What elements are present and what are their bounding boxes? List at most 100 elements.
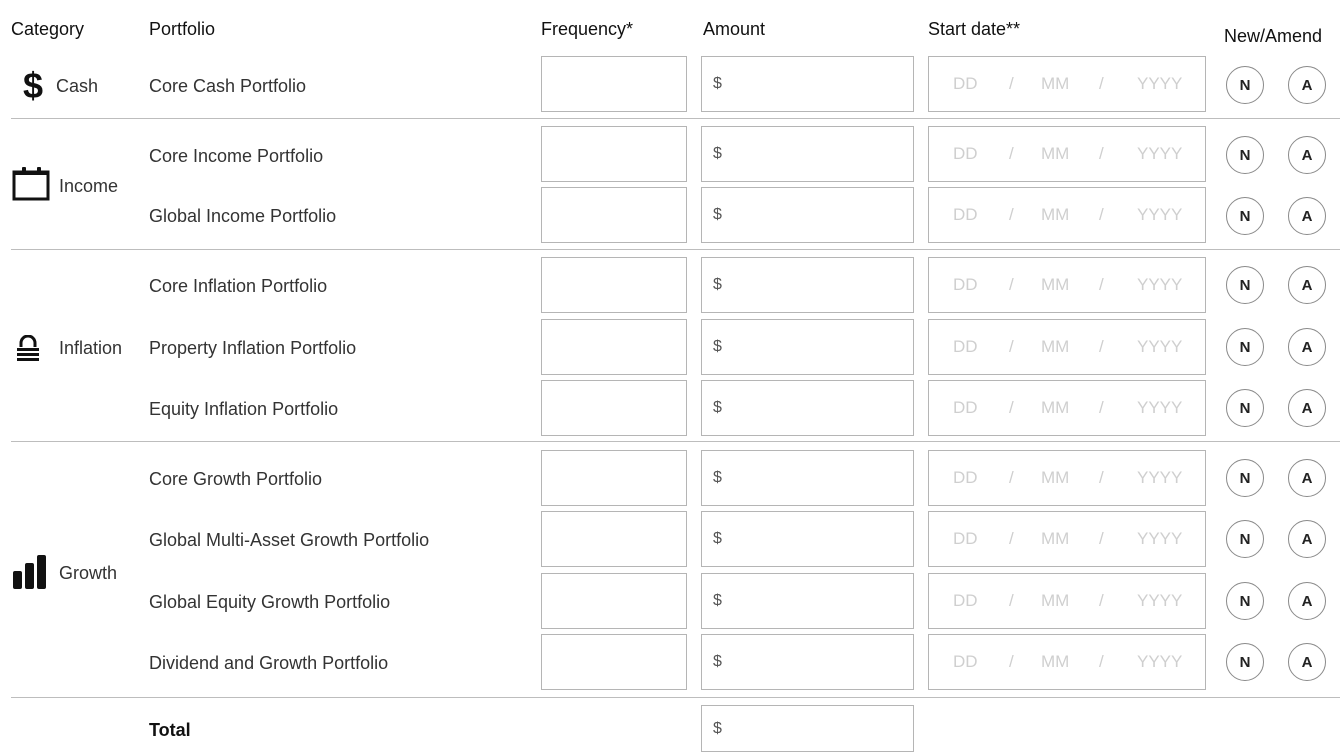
- amend-button[interactable]: A: [1288, 520, 1326, 558]
- header-amount: Amount: [703, 19, 766, 39]
- portfolio-name: Property Inflation Portfolio: [149, 338, 357, 358]
- amount-input[interactable]: $: [701, 187, 914, 243]
- amount-input[interactable]: $: [701, 56, 914, 112]
- date-separator: /: [1009, 74, 1014, 93]
- start-date-input[interactable]: DD / MM / YYYY: [928, 380, 1206, 436]
- day-placeholder: DD: [953, 652, 978, 671]
- start-date-input[interactable]: DD / MM / YYYY: [928, 56, 1206, 112]
- new-button[interactable]: N: [1226, 66, 1264, 104]
- category-divider: [11, 441, 1340, 442]
- date-separator: /: [1009, 468, 1014, 487]
- date-separator: /: [1099, 468, 1104, 487]
- date-separator: /: [1099, 74, 1104, 93]
- year-placeholder: YYYY: [1137, 205, 1183, 224]
- start-date-input[interactable]: DD / MM / YYYY: [928, 450, 1206, 506]
- month-placeholder: MM: [1041, 398, 1070, 417]
- currency-symbol: $: [713, 338, 722, 355]
- amount-input[interactable]: $: [701, 257, 914, 313]
- frequency-input[interactable]: [541, 319, 687, 375]
- new-button[interactable]: N: [1226, 643, 1264, 681]
- portfolio-name: Core Cash Portfolio: [149, 76, 307, 96]
- category-divider: [11, 118, 1340, 119]
- currency-symbol: $: [713, 530, 722, 547]
- currency-symbol: $: [713, 276, 722, 293]
- day-placeholder: DD: [953, 144, 978, 163]
- amend-button[interactable]: A: [1288, 328, 1326, 366]
- start-date-input[interactable]: DD / MM / YYYY: [928, 187, 1206, 243]
- currency-symbol: $: [713, 719, 722, 737]
- frequency-input[interactable]: [541, 56, 687, 112]
- new-button[interactable]: N: [1226, 266, 1264, 304]
- start-date-input[interactable]: DD / MM / YYYY: [928, 511, 1206, 567]
- frequency-input[interactable]: [541, 380, 687, 436]
- currency-symbol: $: [713, 653, 722, 670]
- amend-button[interactable]: A: [1288, 66, 1326, 104]
- month-placeholder: MM: [1041, 74, 1070, 93]
- portfolio-name: Global Income Portfolio: [149, 206, 337, 226]
- day-placeholder: DD: [953, 529, 978, 548]
- svg-text:$: $: [23, 67, 43, 103]
- date-separator: /: [1099, 398, 1104, 417]
- amount-input[interactable]: $: [701, 380, 914, 436]
- frequency-input[interactable]: [541, 450, 687, 506]
- new-button[interactable]: N: [1226, 328, 1264, 366]
- frequency-input[interactable]: [541, 187, 687, 243]
- amount-input[interactable]: $: [701, 126, 914, 182]
- amount-input[interactable]: $: [701, 511, 914, 567]
- new-button[interactable]: N: [1226, 459, 1264, 497]
- year-placeholder: YYYY: [1137, 74, 1183, 93]
- date-separator: /: [1009, 529, 1014, 548]
- day-placeholder: DD: [953, 205, 978, 224]
- lock-icon: [17, 334, 39, 366]
- portfolio-name: Core Inflation Portfolio: [149, 276, 328, 296]
- amount-input[interactable]: $: [701, 319, 914, 375]
- new-button[interactable]: N: [1226, 197, 1264, 235]
- amend-button[interactable]: A: [1288, 136, 1326, 174]
- frequency-input[interactable]: [541, 126, 687, 182]
- frequency-input[interactable]: [541, 511, 687, 567]
- date-separator: /: [1009, 337, 1014, 356]
- start-date-input[interactable]: DD / MM / YYYY: [928, 257, 1206, 313]
- amend-button[interactable]: A: [1288, 459, 1326, 497]
- frequency-input[interactable]: [541, 573, 687, 629]
- frequency-input[interactable]: [541, 634, 687, 690]
- new-button[interactable]: N: [1226, 582, 1264, 620]
- start-date-input[interactable]: DD / MM / YYYY: [928, 126, 1206, 182]
- date-separator: /: [1099, 652, 1104, 671]
- amount-input[interactable]: $: [701, 634, 914, 690]
- date-separator: /: [1099, 144, 1104, 163]
- year-placeholder: YYYY: [1137, 652, 1183, 671]
- day-placeholder: DD: [953, 275, 978, 294]
- total-amount-input[interactable]: $: [701, 705, 914, 752]
- date-separator: /: [1099, 591, 1104, 610]
- portfolio-name: Global Equity Growth Portfolio: [149, 592, 391, 612]
- start-date-input[interactable]: DD / MM / YYYY: [928, 319, 1206, 375]
- date-separator: /: [1009, 591, 1014, 610]
- portfolio-name: Core Growth Portfolio: [149, 469, 323, 489]
- start-date-input[interactable]: DD / MM / YYYY: [928, 634, 1206, 690]
- day-placeholder: DD: [953, 591, 978, 610]
- frequency-input[interactable]: [541, 257, 687, 313]
- amend-button[interactable]: A: [1288, 266, 1326, 304]
- start-date-input[interactable]: DD / MM / YYYY: [928, 573, 1206, 629]
- month-placeholder: MM: [1041, 205, 1070, 224]
- year-placeholder: YYYY: [1137, 144, 1183, 163]
- portfolio-name: Global Multi-Asset Growth Portfolio: [149, 530, 430, 550]
- amend-button[interactable]: A: [1288, 643, 1326, 681]
- amend-button[interactable]: A: [1288, 197, 1326, 235]
- date-separator: /: [1009, 144, 1014, 163]
- amend-button[interactable]: A: [1288, 582, 1326, 620]
- amount-input[interactable]: $: [701, 450, 914, 506]
- category-inflation-label: Inflation: [59, 338, 123, 358]
- new-button[interactable]: N: [1226, 520, 1264, 558]
- new-button[interactable]: N: [1226, 136, 1264, 174]
- category-divider: [11, 697, 1340, 698]
- amend-button[interactable]: A: [1288, 389, 1326, 427]
- amount-input[interactable]: $: [701, 573, 914, 629]
- category-income-label: Income: [59, 176, 119, 196]
- new-button[interactable]: N: [1226, 389, 1264, 427]
- header-frequency: Frequency*: [541, 19, 634, 39]
- calendar-icon: [12, 167, 52, 206]
- year-placeholder: YYYY: [1137, 337, 1183, 356]
- year-placeholder: YYYY: [1137, 529, 1183, 548]
